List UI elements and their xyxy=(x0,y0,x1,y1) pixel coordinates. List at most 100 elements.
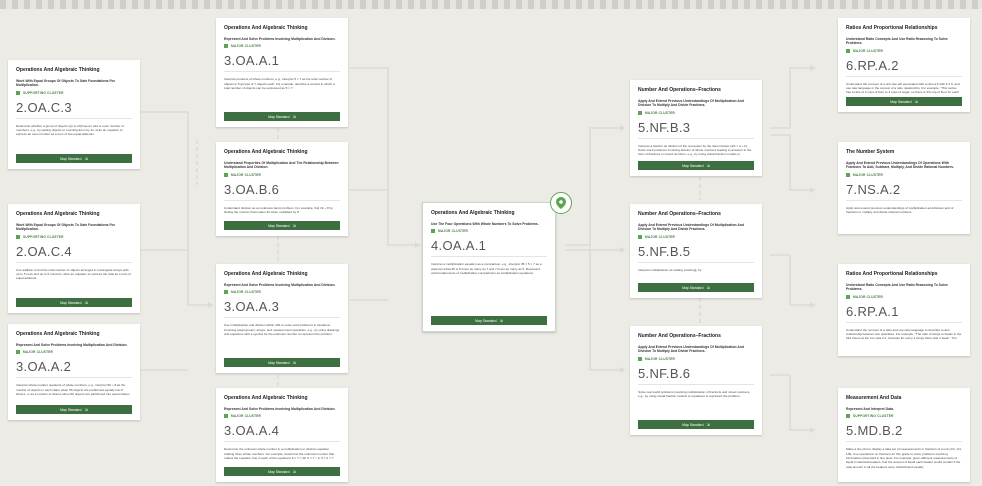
standard-card-6-rp-a-1[interactable]: Ratios And Proportional Relationships Un… xyxy=(838,264,970,356)
map-icon: ⇲ xyxy=(292,469,296,474)
standard-description: Interpret whole-number quotients of whol… xyxy=(16,383,130,396)
map-icon: ⇲ xyxy=(84,300,88,305)
card-cluster: Represent And Solve Problems Involving M… xyxy=(224,283,336,287)
standard-card-6-rp-a-2[interactable]: Ratios And Proportional Relationships Un… xyxy=(838,18,970,112)
card-domain: Operations And Algebraic Thinking xyxy=(224,271,308,277)
card-cluster: Represent And Interpret Data. xyxy=(846,407,894,411)
map-icon: ⇲ xyxy=(84,407,88,412)
standard-card-5-nf-b-6[interactable]: Number And Operations–Fractions Apply An… xyxy=(630,326,762,435)
card-cluster: Understand Ratio Concepts And Use Ratio … xyxy=(846,37,948,46)
standard-card-3-oa-a-3[interactable]: Operations And Algebraic Thinking Repres… xyxy=(216,264,348,373)
standard-description: Use multiplication and division within 1… xyxy=(224,323,340,336)
square-icon xyxy=(224,172,228,177)
standard-description: Understand the concept of a ratio and us… xyxy=(846,327,962,341)
map-standard-button[interactable]: Map Standard ⇲ xyxy=(16,154,132,163)
standard-description: Understand the concept of a unit rate a/… xyxy=(846,81,960,95)
map-standard-button[interactable]: Map Standard ⇲ xyxy=(224,221,340,230)
square-icon xyxy=(638,110,642,115)
map-standard-button[interactable]: Map Standard ⇲ xyxy=(638,161,754,170)
map-standard-button[interactable]: Map Standard ⇲ xyxy=(16,298,132,307)
standard-card-5-md-b-2[interactable]: Measurement And Data Represent And Inter… xyxy=(838,388,970,482)
cluster-badge: MAJOR CLUSTER xyxy=(638,356,754,361)
square-icon xyxy=(16,350,20,355)
map-standard-button[interactable]: Map Standard ⇲ xyxy=(431,316,547,325)
map-icon: ⇲ xyxy=(706,285,710,290)
card-domain: Operations And Algebraic Thinking xyxy=(16,67,100,73)
standard-code: 4.OA.A.1 xyxy=(431,238,547,258)
card-domain: Operations And Algebraic Thinking xyxy=(16,331,100,337)
card-domain: Ratios And Proportional Relationships xyxy=(846,271,938,277)
card-cluster: Understand Properties Of Multiplication … xyxy=(224,161,339,170)
standard-code: 3.OA.A.1 xyxy=(224,53,340,73)
location-pin-icon xyxy=(550,192,572,214)
square-icon xyxy=(846,294,850,299)
card-domain: Ratios And Proportional Relationships xyxy=(846,25,938,31)
standard-code: 5.NF.B.6 xyxy=(638,366,754,385)
square-icon xyxy=(638,234,642,239)
standard-code: 5.NF.B.3 xyxy=(638,120,754,139)
square-icon xyxy=(846,172,850,177)
cluster-badge: MAJOR CLUSTER xyxy=(224,44,340,49)
map-icon: ⇲ xyxy=(84,156,88,161)
map-standard-button[interactable]: Map Standard ⇲ xyxy=(16,405,132,414)
standard-card-5-nf-b-5[interactable]: Number And Operations–Fractions Apply An… xyxy=(630,204,762,298)
standard-card-3-oa-a-1[interactable]: Operations And Algebraic Thinking Repres… xyxy=(216,18,348,127)
card-cluster: Represent And Solve Problems Involving M… xyxy=(224,407,336,411)
cluster-badge: SUPPORTING CLUSTER xyxy=(846,414,962,419)
map-standard-button[interactable]: Map Standard ⇲ xyxy=(638,420,754,429)
card-cluster: Apply And Extend Previous Understandings… xyxy=(638,223,744,232)
standard-card-3-oa-a-4[interactable]: Operations And Algebraic Thinking Repres… xyxy=(216,388,348,482)
square-icon xyxy=(16,90,20,95)
standard-code: 2.OA.C.4 xyxy=(16,244,132,263)
standard-description: Interpret a multiplication equation as a… xyxy=(431,262,542,275)
map-standard-button[interactable]: Map Standard ⇲ xyxy=(224,358,340,367)
standard-card-2-oa-c-3[interactable]: Operations And Algebraic Thinking Work W… xyxy=(8,60,140,169)
map-standard-button[interactable]: Map Standard ⇲ xyxy=(224,467,340,476)
card-cluster: Represent And Solve Problems Involving M… xyxy=(16,343,128,347)
card-domain: Operations And Algebraic Thinking xyxy=(224,25,308,31)
card-cluster: Work With Equal Groups Of Objects To Gai… xyxy=(16,223,115,232)
standard-card-3-oa-a-2[interactable]: Operations And Algebraic Thinking Repres… xyxy=(8,324,140,420)
square-icon xyxy=(224,290,228,295)
standard-description: Apply and extend previous understandings… xyxy=(846,205,954,215)
card-domain: Operations And Algebraic Thinking xyxy=(16,211,100,217)
cluster-badge: MAJOR CLUSTER xyxy=(846,172,962,177)
card-cluster: Represent And Solve Problems Involving M… xyxy=(224,37,336,41)
standard-card-2-oa-c-4[interactable]: Operations And Algebraic Thinking Work W… xyxy=(8,204,140,313)
map-standard-button[interactable]: Map Standard ⇲ xyxy=(846,97,962,106)
standard-code: 3.OA.A.3 xyxy=(224,299,340,319)
cluster-badge: MAJOR CLUSTER xyxy=(224,172,340,177)
card-cluster: Apply And Extend Previous Understandings… xyxy=(846,161,954,170)
map-standard-button[interactable]: Map Standard ⇲ xyxy=(638,283,754,292)
standard-code: 3.OA.B.6 xyxy=(224,182,340,201)
standard-card-5-nf-b-3[interactable]: Number And Operations–Fractions Apply An… xyxy=(630,80,762,176)
standard-card-4-oa-a-1-selected[interactable]: Operations And Algebraic Thinking Use Th… xyxy=(422,202,556,332)
card-domain: Operations And Algebraic Thinking xyxy=(224,395,308,401)
standard-card-7-ns-a-2[interactable]: The Number System Apply And Extend Previ… xyxy=(838,142,970,234)
map-icon: ⇲ xyxy=(914,99,918,104)
square-icon xyxy=(431,229,435,234)
cluster-badge: SUPPORTING CLUSTER xyxy=(16,90,132,95)
standard-description: Solve real world problems involving mult… xyxy=(638,389,751,399)
card-domain: Number And Operations–Fractions xyxy=(638,211,721,217)
standard-description: Make a line plot to display a data set o… xyxy=(846,447,962,469)
cluster-badge: MAJOR CLUSTER xyxy=(224,290,340,295)
standard-card-3-oa-b-6[interactable]: Operations And Algebraic Thinking Unders… xyxy=(216,142,348,236)
map-standard-button[interactable]: Map Standard ⇲ xyxy=(224,112,340,121)
square-icon xyxy=(846,414,850,419)
card-domain: The Number System xyxy=(846,149,895,155)
standard-code: 7.NS.A.2 xyxy=(846,182,962,201)
standard-description: Determine whether a group of objects (up… xyxy=(16,123,124,137)
square-icon xyxy=(16,234,20,239)
standard-code: 3.OA.A.2 xyxy=(16,359,132,379)
map-icon: ⇲ xyxy=(706,422,710,427)
standard-code: 5.NF.B.5 xyxy=(638,244,754,263)
card-cluster: Understand Ratio Concepts And Use Ratio … xyxy=(846,283,948,292)
card-cluster: Use The Four Operations With Whole Numbe… xyxy=(431,222,539,226)
map-icon: ⇲ xyxy=(292,114,296,119)
card-cluster: Apply And Extend Previous Understandings… xyxy=(638,99,744,108)
map-icon: ⇲ xyxy=(292,223,296,228)
card-domain: Operations And Algebraic Thinking xyxy=(224,149,308,155)
square-icon xyxy=(224,44,228,49)
standard-code: 6.RP.A.2 xyxy=(846,58,962,77)
